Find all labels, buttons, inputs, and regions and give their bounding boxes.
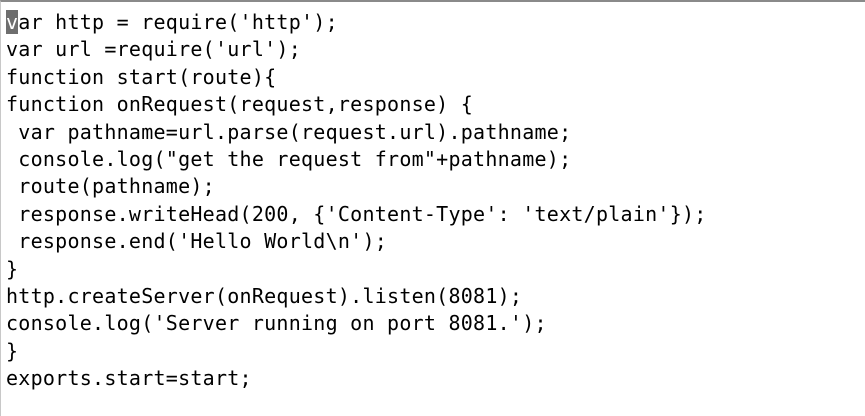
code-line-9: response.end('Hello World\n'); xyxy=(6,229,388,254)
code-line-11: http.createServer(onRequest).listen(8081… xyxy=(6,283,523,308)
text-cursor: v xyxy=(6,10,19,34)
code-editor[interactable]: var http = require('http'); var url =req… xyxy=(0,0,865,416)
code-line-10: } xyxy=(6,256,19,281)
code-line-3: function start(route){ xyxy=(6,64,277,89)
code-line-13: } xyxy=(6,338,19,363)
code-line-1-text: ar http = require('http'); xyxy=(18,10,338,34)
code-line-1: var http = require('http'); xyxy=(6,9,707,36)
code-line-14: exports.start=start; xyxy=(6,366,252,391)
code-line-2: var url =require('url'); xyxy=(6,37,301,62)
code-line-5: var pathname=url.parse(request.url).path… xyxy=(6,119,572,144)
code-line-12: console.log('Server running on port 8081… xyxy=(6,311,547,336)
code-line-6: console.log("get the request from"+pathn… xyxy=(6,146,572,171)
code-line-4: function onRequest(request,response) { xyxy=(6,92,474,117)
code-line-7: route(pathname); xyxy=(6,174,215,199)
code-line-8: response.writeHead(200, {'Content-Type':… xyxy=(6,201,707,226)
code-text-area[interactable]: var http = require('http'); var url =req… xyxy=(6,9,707,392)
